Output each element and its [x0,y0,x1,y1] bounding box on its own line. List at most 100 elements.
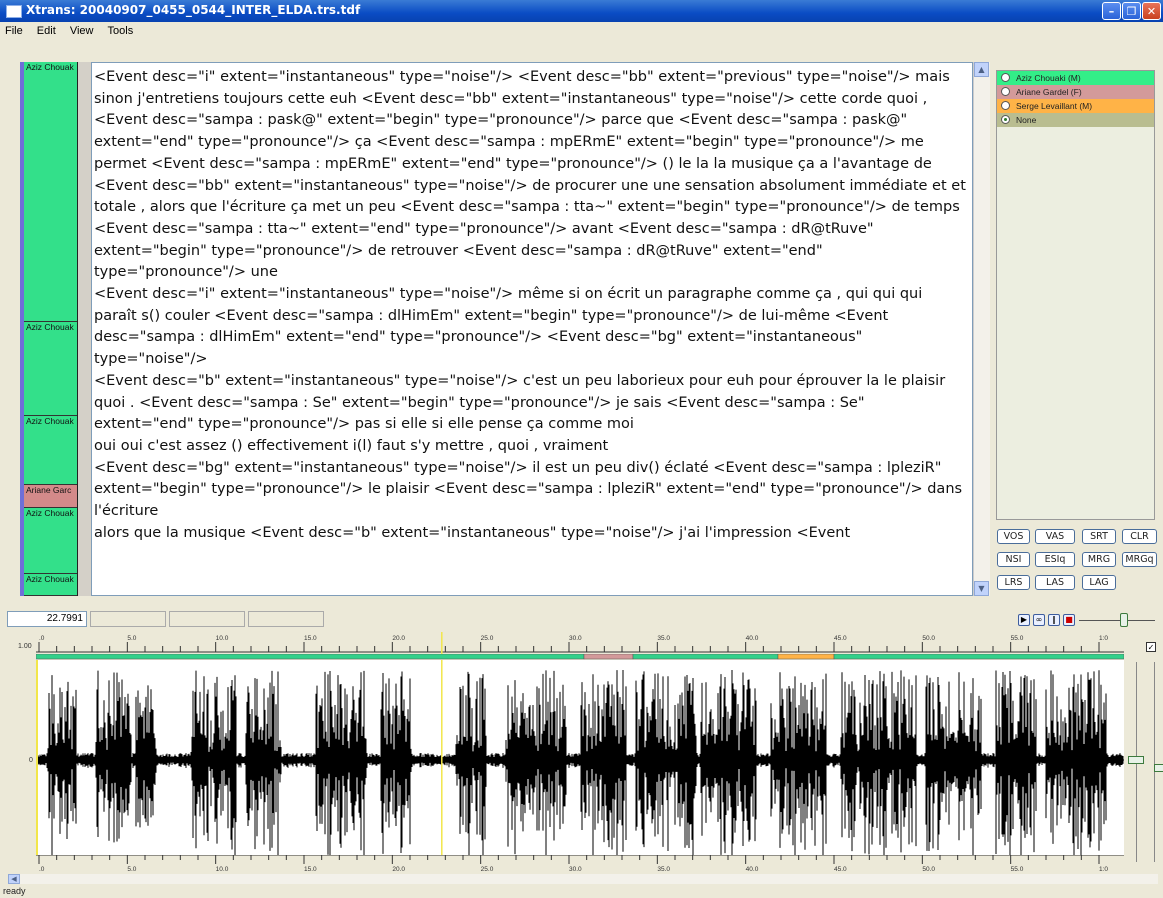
ruler-label: .0 [39,866,45,873]
tool-button-vas[interactable]: VAS [1035,529,1075,544]
tool-button-lag[interactable]: LAG [1082,575,1116,590]
current-time-field[interactable]: 22.7991 [7,611,87,627]
turn-speaker-label[interactable]: Aziz Chouak [24,416,77,485]
speaker-item[interactable]: Aziz Chouaki (M) [997,71,1154,85]
speaker-item[interactable]: None [997,113,1154,127]
time-ruler-bottom: .0 5.0 10.0 15.0 20.0 25.0 30.0 35.0 40.0 45.0 50.… [36,855,1124,873]
speaker-item[interactable]: Serge Levaillant (M) [997,99,1154,113]
speaker-radio-icon[interactable] [1001,101,1010,110]
tool-button-vos[interactable]: VOS [997,529,1030,544]
scroll-left-icon[interactable]: ◀ [8,874,20,884]
transcript-segment[interactable]: alors que la musique <Event desc="b" ext… [94,523,968,545]
scroll-down-icon[interactable]: ▼ [974,581,989,596]
ruler-label: 5.0 [127,866,136,873]
turn-speaker-label[interactable]: Aziz Chouak [24,62,77,322]
speaker-label: Aziz Chouaki (M) [1016,73,1081,83]
speaker-radio-icon[interactable] [1001,73,1010,82]
menu-file[interactable]: File [5,22,23,37]
play-icon[interactable]: ▶ [1018,614,1030,626]
waveform-checkbox[interactable]: ✓ [1146,642,1156,652]
speaker-radio-icon[interactable] [1001,87,1010,96]
waveform-scrollbar[interactable]: ◀ [8,874,1158,884]
transcript-segment[interactable]: <Event desc="b" extent="instantaneous" t… [94,371,968,436]
minimize-button[interactable]: – [1102,2,1121,20]
ruler-label: 10.0 [216,635,229,642]
volume-track [1079,620,1155,621]
info-field-1 [90,611,166,627]
ruler-label: 45.0 [834,866,847,873]
segment-block [583,654,634,660]
speaker-list: Aziz Chouaki (M) Ariane Gardel (F) Serge L… [996,70,1155,520]
segment-block [36,654,585,660]
tool-button-mrg[interactable]: MRG [1082,552,1116,567]
stop-icon[interactable]: ■ [1063,614,1075,626]
waveform-trace [36,670,1124,855]
tool-button-lrs[interactable]: LRS [997,575,1030,590]
menu-tools[interactable]: Tools [108,22,134,37]
tool-button-srt[interactable]: SRT [1082,529,1116,544]
turn-speaker-label[interactable]: Ariane Garc [24,485,77,508]
status-bar: ready [3,886,26,896]
transcript-editor[interactable]: <Event desc="i" extent="instantaneous" t… [91,62,973,596]
menu-view[interactable]: View [70,22,94,37]
ruler-label: 15.0 [304,635,317,642]
ruler-label: 25.0 [481,866,494,873]
speaker-turn-strip: Aziz Chouak Aziz Chouak Aziz Chouak Ariane … [20,62,77,596]
segment-block [833,654,1124,660]
amplitude-zero-label: 0 [29,757,33,764]
waveform[interactable] [36,660,1124,855]
tool-button-clr[interactable]: CLR [1122,529,1157,544]
ruler-label: .0 [39,635,45,642]
maximize-button[interactable]: ❐ [1122,2,1141,20]
waveform-controls: ✓ [1126,632,1163,872]
menu-bar: File Edit View Tools [0,22,1163,40]
transcript-segment[interactable]: <Event desc="i" extent="instantaneous" t… [94,284,968,371]
turn-speaker-label[interactable]: Aziz Chouak [24,508,77,574]
volume-slider[interactable] [1120,613,1128,627]
speaker-label: None [1016,115,1037,125]
ruler-label: 10.0 [216,866,229,873]
transcript-segment[interactable]: oui oui c'est assez () effectivement i(l… [94,436,968,458]
scroll-up-icon[interactable]: ▲ [974,62,989,77]
window-titlebar: Xtrans: 20040907_0455_0544_INTER_ELDA.tr… [0,0,1163,22]
time-ruler-top: .0 5.0 10.0 15.0 20.0 25.0 30.0 35.0 40.0 45.0 50.… [36,632,1124,655]
ruler-label: 55.0 [1011,866,1024,873]
amplitude-top-label: 1.00 [18,643,32,650]
ruler-label: 30.0 [569,866,582,873]
speaker-radio-icon[interactable] [1001,115,1010,124]
ruler-label: 20.0 [392,635,405,642]
transcript-segment[interactable]: <Event desc="bg" extent="instantaneous" … [94,458,968,523]
segment-block [632,654,779,660]
speaker-label: Ariane Gardel (F) [1016,87,1082,97]
ruler-label: 35.0 [657,635,670,642]
tool-button-las[interactable]: LAS [1035,575,1075,590]
ruler-label: 25.0 [481,635,494,642]
window-title: Xtrans: 20040907_0455_0544_INTER_ELDA.tr… [26,3,361,17]
tool-button-esiq[interactable]: ESIq [1035,552,1075,567]
speaker-label: Serge Levaillant (M) [1016,101,1093,111]
turn-speaker-label[interactable]: Aziz Chouak [24,574,77,596]
amplitude-axis: 1.00 0 [0,632,36,875]
tool-button-nsi[interactable]: NSI [997,552,1030,567]
loop-icon[interactable]: ∞ [1033,614,1045,626]
ruler-label: 50.0 [922,635,935,642]
pause-icon[interactable]: ‖ [1048,614,1060,626]
tool-button-mrgq[interactable]: MRGq [1122,552,1157,567]
speaker-item[interactable]: Ariane Gardel (F) [997,85,1154,99]
gain-slider[interactable] [1154,764,1163,772]
app-icon [6,5,22,18]
turn-speaker-label[interactable]: Aziz Chouak [24,322,77,416]
ruler-label: 30.0 [569,635,582,642]
ruler-label: 50.0 [922,866,935,873]
info-field-2 [169,611,245,627]
transcript-segment[interactable]: <Event desc="i" extent="instantaneous" t… [94,67,968,284]
ruler-label: 15.0 [304,866,317,873]
ruler-label: 1:0 [1099,635,1108,642]
zoom-slider[interactable] [1128,756,1144,764]
transcript-scrollbar[interactable]: ▲ ▼ [973,62,990,596]
ruler-label: 55.0 [1011,635,1024,642]
segment-block [777,654,835,660]
ruler-label: 45.0 [834,635,847,642]
menu-edit[interactable]: Edit [37,22,56,37]
close-button[interactable]: ✕ [1142,2,1161,20]
